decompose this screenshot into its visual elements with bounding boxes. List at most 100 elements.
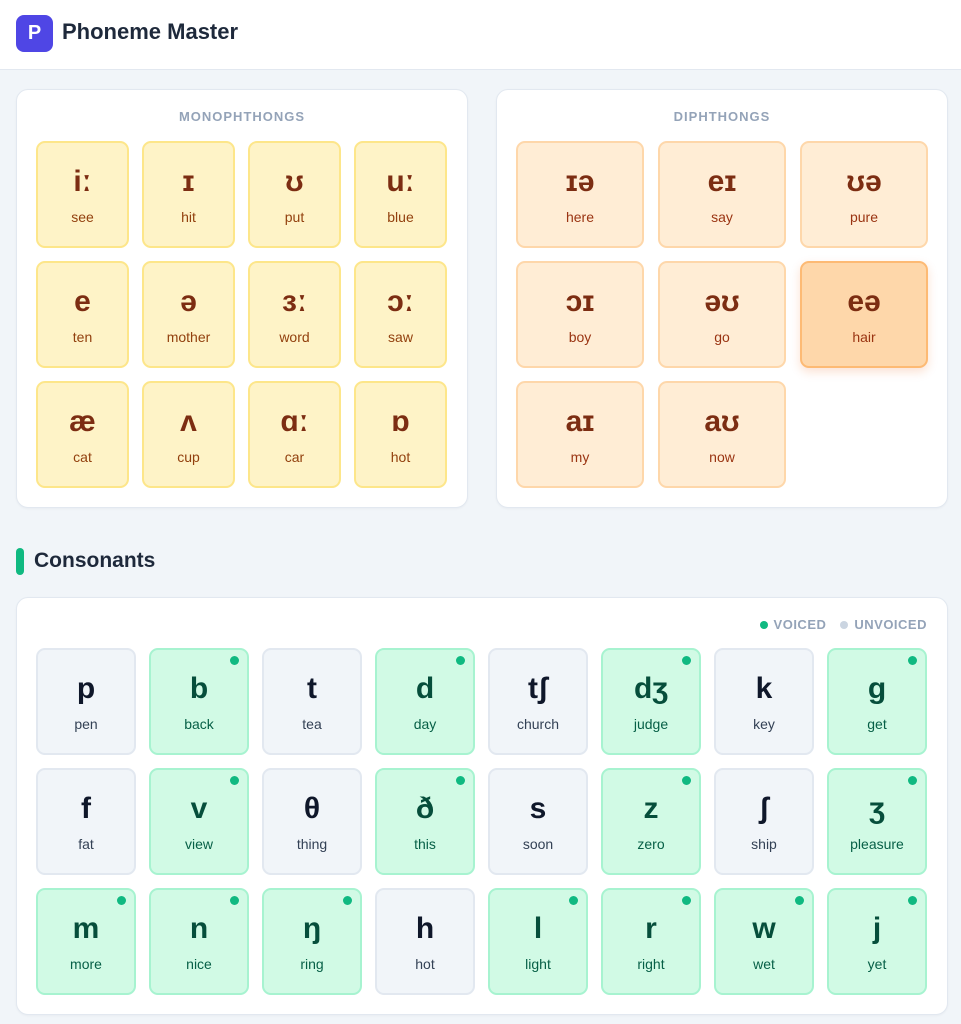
phoneme-tile[interactable]: w wet <box>714 888 814 995</box>
example-word: car <box>284 449 305 465</box>
phoneme-tile[interactable]: e ten <box>36 261 129 368</box>
phoneme-tile[interactable]: m more <box>36 888 136 995</box>
example-word: pleasure <box>850 836 904 852</box>
voiced-dot-icon <box>908 896 917 905</box>
monophthongs-grid: iː see ɪ hit ʊ put uː blue e ten ə mother ɜː word ɔː sa… <box>36 141 447 488</box>
consonants-grid: p pen b back t tea d day tʃ church dʒ judge k key g get… <box>36 648 927 995</box>
example-word: now <box>709 449 735 465</box>
voiced-dot-icon <box>908 656 917 665</box>
phoneme-symbol: z <box>643 792 659 825</box>
phoneme-tile[interactable]: ɔː saw <box>354 261 447 368</box>
phoneme-tile[interactable]: g get <box>827 648 927 755</box>
legend-voiced-label: VOICED <box>773 617 827 632</box>
phoneme-tile[interactable]: ʊə pure <box>800 141 928 248</box>
voiced-dot-icon <box>682 776 691 785</box>
phoneme-tile[interactable]: n nice <box>149 888 249 995</box>
example-word: light <box>525 956 551 972</box>
phoneme-tile[interactable]: r right <box>601 888 701 995</box>
phoneme-symbol: g <box>867 672 887 705</box>
phoneme-tile[interactable]: ɪ hit <box>142 141 235 248</box>
consonants-panel: VOICED UNVOICED p pen b back t tea d day tʃ churc… <box>16 597 948 1015</box>
app-logo[interactable]: P <box>16 15 53 52</box>
example-word: pure <box>849 209 879 225</box>
phoneme-tile[interactable]: l light <box>488 888 588 995</box>
phoneme-tile[interactable]: tʃ church <box>488 648 588 755</box>
example-word: hair <box>852 329 876 345</box>
example-word: church <box>516 716 560 732</box>
phoneme-symbol: j <box>872 912 882 945</box>
phoneme-symbol: t <box>307 672 317 705</box>
monophthongs-panel: MONOPHTHONGS iː see ɪ hit ʊ put uː blue e ten ə mot… <box>16 89 468 508</box>
example-word: ship <box>751 836 777 852</box>
example-word: blue <box>387 209 414 225</box>
phoneme-tile[interactable]: p pen <box>36 648 136 755</box>
example-word: right <box>637 956 665 972</box>
phoneme-symbol: θ <box>303 792 321 825</box>
phoneme-tile[interactable]: ʌ cup <box>142 381 235 488</box>
voicing-legend: VOICED UNVOICED <box>746 617 927 632</box>
legend-voiced: VOICED <box>759 617 827 632</box>
phoneme-tile[interactable]: ɑː car <box>248 381 341 488</box>
example-word: wet <box>753 956 775 972</box>
phoneme-tile[interactable]: z zero <box>601 768 701 875</box>
phoneme-tile[interactable]: ʊ put <box>248 141 341 248</box>
phoneme-tile[interactable]: aɪ my <box>516 381 644 488</box>
phoneme-tile[interactable]: ə mother <box>142 261 235 368</box>
phoneme-tile[interactable]: ɪə here <box>516 141 644 248</box>
example-word: say <box>711 209 733 225</box>
voiced-dot-icon <box>343 896 352 905</box>
phoneme-tile[interactable]: əʊ go <box>658 261 786 368</box>
example-word: tea <box>302 716 322 732</box>
example-word: pen <box>74 716 98 732</box>
phoneme-tile[interactable]: h hot <box>375 888 475 995</box>
phoneme-symbol: d <box>415 672 435 705</box>
phoneme-tile[interactable]: aʊ now <box>658 381 786 488</box>
phoneme-tile[interactable]: eɪ say <box>658 141 786 248</box>
phoneme-tile[interactable]: t tea <box>262 648 362 755</box>
phoneme-tile[interactable]: j yet <box>827 888 927 995</box>
phoneme-symbol: m <box>72 912 100 945</box>
example-word: see <box>71 209 94 225</box>
phoneme-tile[interactable]: ʒ pleasure <box>827 768 927 875</box>
phoneme-tile[interactable]: ð this <box>375 768 475 875</box>
example-word: thing <box>296 836 328 852</box>
phoneme-tile[interactable]: uː blue <box>354 141 447 248</box>
phoneme-symbol: ʊə <box>846 165 882 198</box>
phoneme-tile[interactable]: ʃ ship <box>714 768 814 875</box>
example-word: my <box>570 449 590 465</box>
phoneme-tile[interactable]: iː see <box>36 141 129 248</box>
phoneme-symbol: w <box>752 912 776 945</box>
phoneme-tile[interactable]: b back <box>149 648 249 755</box>
example-word: boy <box>568 329 592 345</box>
phoneme-tile[interactable]: θ thing <box>262 768 362 875</box>
phoneme-tile[interactable]: dʒ judge <box>601 648 701 755</box>
phoneme-tile[interactable]: æ cat <box>36 381 129 488</box>
phoneme-tile[interactable]: ŋ ring <box>262 888 362 995</box>
phoneme-tile[interactable]: v view <box>149 768 249 875</box>
phoneme-symbol: aʊ <box>704 405 740 438</box>
phoneme-symbol: ɔɪ <box>565 285 595 318</box>
voiced-dot-icon <box>117 896 126 905</box>
voiced-dot-icon <box>682 896 691 905</box>
example-word: zero <box>637 836 665 852</box>
phoneme-symbol: uː <box>386 165 415 198</box>
phoneme-symbol: ð <box>415 792 435 825</box>
phoneme-symbol: e <box>74 285 91 318</box>
example-word: hot <box>390 449 411 465</box>
phoneme-tile[interactable]: d day <box>375 648 475 755</box>
example-word: mother <box>166 329 211 345</box>
phoneme-tile[interactable]: s soon <box>488 768 588 875</box>
phoneme-tile[interactable]: f fat <box>36 768 136 875</box>
voiced-dot-icon <box>230 656 239 665</box>
phoneme-tile[interactable]: ɔɪ boy <box>516 261 644 368</box>
phoneme-symbol: tʃ <box>528 672 548 705</box>
voiced-dot-icon <box>795 896 804 905</box>
phoneme-tile[interactable]: k key <box>714 648 814 755</box>
phoneme-tile[interactable]: ɜː word <box>248 261 341 368</box>
example-word: soon <box>522 836 554 852</box>
phoneme-tile[interactable]: ɒ hot <box>354 381 447 488</box>
example-word: judge <box>633 716 669 732</box>
phoneme-tile[interactable]: eə hair <box>800 261 928 368</box>
voiced-dot-icon <box>456 656 465 665</box>
unvoiced-dot-icon <box>840 620 849 629</box>
